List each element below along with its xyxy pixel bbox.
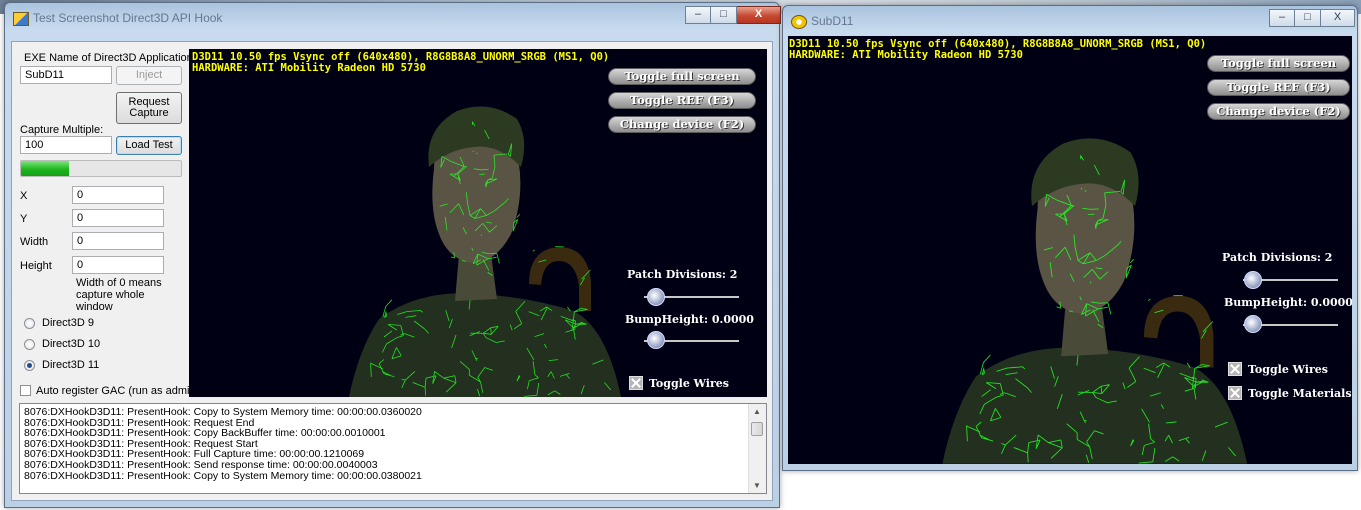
scroll-up-icon[interactable]: ▲ [753,407,761,416]
capture-preview-viewport: D3D11 10.50 fps Vsync off (640x480), R8G… [189,49,767,397]
toggle-ref-button[interactable]: Toggle REF (F3) [608,92,756,109]
minimize-button-subd11[interactable]: – [1269,9,1295,27]
patch-divisions-slider-thumb-subd11[interactable] [1244,271,1262,289]
toggle-wires-checkbox[interactable] [629,376,643,390]
titlebar-subd11[interactable]: SubD11 – □ X [783,6,1357,36]
height-input[interactable]: 0 [72,256,164,274]
y-input[interactable]: 0 [72,209,164,227]
radio-direct3d-9[interactable] [24,318,35,329]
height-label: Height [20,260,52,272]
auto-register-label: Auto register GAC (run as admin) [36,385,200,397]
patch-divisions-slider-thumb[interactable] [647,288,665,306]
titlebar[interactable]: Test Screenshot Direct3D API Hook – □ X [5,3,781,33]
close-button-subd11[interactable]: X [1321,9,1355,27]
progress-fill [21,161,69,176]
bump-height-slider-thumb-subd11[interactable] [1244,315,1262,333]
width-note-line3: window [76,301,113,313]
maximize-button[interactable]: □ [711,6,737,24]
x-input[interactable]: 0 [72,186,164,204]
log-line: 8076:DXHookD3D11: PresentHook: Copy to S… [24,470,422,482]
exe-name-input[interactable]: SubD11 [20,66,112,84]
hud-stats-line2-subd11: HARDWARE: ATI Mobility Radeon HD 5730 [789,49,1023,61]
log-line: 8076:DXHookD3D11: PresentHook: Copy Back… [24,428,386,439]
toggle-wires-label-subd11: Toggle Wires [1248,363,1328,376]
bump-height-label-subd11: BumpHeight: 0.0000 [1224,296,1352,309]
toggle-wires-label: Toggle Wires [649,377,729,390]
width-label: Width [20,236,49,248]
log-lines: 8076:DXHookD3D11: PresentHook: Copy to S… [24,407,746,481]
toggle-ref-button-subd11[interactable]: Toggle REF (F3) [1207,79,1350,96]
toggle-wires-checkbox-subd11[interactable] [1228,362,1242,376]
bump-height-label: BumpHeight: 0.0000 [625,313,754,326]
window-title-subd11: SubD11 [811,14,854,28]
radio-direct3d-11-label: Direct3D 11 [42,359,100,371]
width-note-line2: capture whole [76,289,145,301]
scroll-down-icon[interactable]: ▼ [753,481,761,490]
bump-height-slider-thumb[interactable] [647,331,665,349]
x-label: X [20,190,28,202]
window-title: Test Screenshot Direct3D API Hook [33,11,223,25]
change-device-button[interactable]: Change device (F2) [608,116,756,133]
request-capture-line2: Capture [129,107,169,119]
maximize-button-subd11[interactable]: □ [1295,9,1321,27]
model-shape [808,347,1248,464]
patch-divisions-label-subd11: Patch Divisions: 2 [1222,251,1333,264]
capture-multiple-label: Capture Multiple: [20,124,104,136]
log-line: 8076:DXHookD3D11: PresentHook: Copy to S… [24,407,422,418]
wireframe-figure [808,138,1248,464]
subd11-render-viewport: D3D11 10.50 fps Vsync off (640x480), R8G… [788,36,1352,464]
auto-register-checkbox[interactable] [20,385,31,396]
exe-name-label: EXE Name of Direct3D Application: [24,52,196,64]
app-icon-subd11 [791,15,807,29]
log-scrollbar[interactable]: ▲ ▼ [748,404,766,493]
capture-progress-bar [20,160,182,177]
app-icon [13,12,29,26]
model-shape [229,293,621,397]
toggle-full-screen-button-subd11[interactable]: Toggle full screen [1207,55,1350,72]
hud-stats-line2: HARDWARE: ATI Mobility Radeon HD 5730 [192,62,426,74]
subd11-window: SubD11 – □ X D3D11 10.50 fps Vsync off (… [782,5,1358,471]
radio-direct3d-10[interactable] [24,339,35,350]
y-label: Y [20,213,28,225]
log-line: 8076:DXHookD3D11: PresentHook: Request E… [24,417,255,429]
capture-multiple-input[interactable]: 100 [20,136,112,154]
minimize-button[interactable]: – [685,6,711,24]
toggle-full-screen-button[interactable]: Toggle full screen [608,68,756,85]
log-line: 8076:DXHookD3D11: PresentHook: Full Capt… [24,449,365,460]
hook-test-window: Test Screenshot Direct3D API Hook – □ X … [4,2,781,508]
radio-direct3d-9-label: Direct3D 9 [42,317,94,329]
change-device-button-subd11[interactable]: Change device (F2) [1207,103,1350,120]
toggle-materials-checkbox-subd11[interactable] [1228,386,1242,400]
toggle-materials-label-subd11: Toggle Materials [1248,387,1352,400]
request-capture-button[interactable]: Request Capture [116,92,182,124]
radio-direct3d-10-label: Direct3D 10 [42,338,101,350]
log-output[interactable]: 8076:DXHookD3D11: PresentHook: Copy to S… [19,403,767,494]
inject-button[interactable]: Inject [116,66,182,85]
close-button[interactable]: X [737,6,781,24]
width-note-line1: Width of 0 means [76,277,162,289]
load-test-button[interactable]: Load Test [116,136,182,155]
patch-divisions-label: Patch Divisions: 2 [627,268,738,281]
log-line: 8076:DXHookD3D11: PresentHook: Send resp… [24,459,378,471]
log-line: 8076:DXHookD3D11: PresentHook: Request S… [24,438,258,450]
scroll-thumb[interactable] [751,422,763,436]
client-area: EXE Name of Direct3D Application: SubD11… [11,41,773,501]
width-input[interactable]: 0 [72,232,164,250]
wireframe-figure [229,106,621,397]
radio-direct3d-11[interactable] [24,360,35,371]
